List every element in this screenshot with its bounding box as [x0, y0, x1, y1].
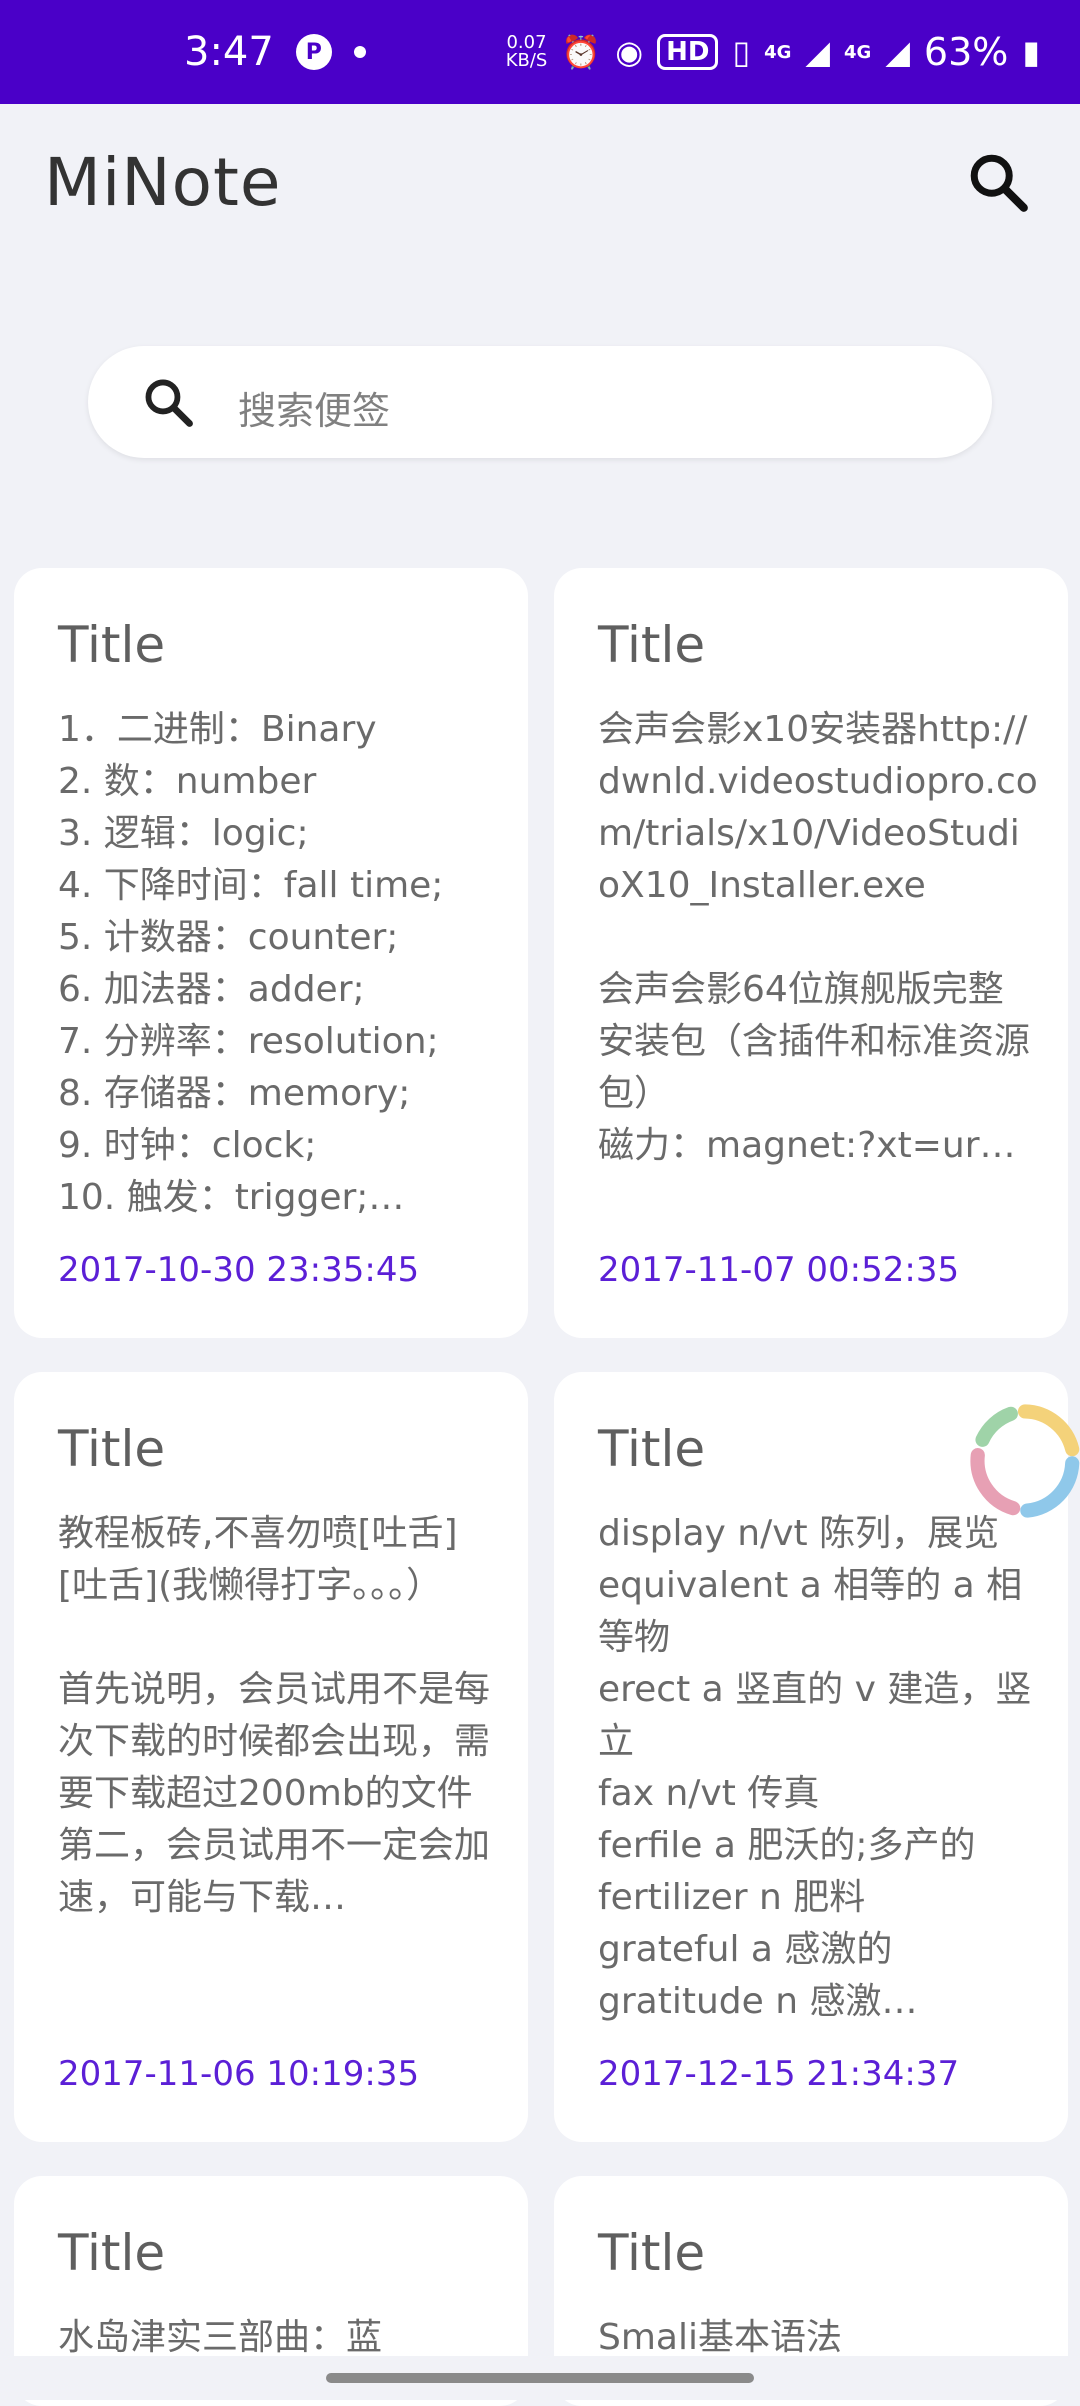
battery-icon: ▮	[1022, 33, 1040, 71]
note-title: Title	[58, 616, 166, 674]
hotspot-icon: ◉	[615, 33, 644, 71]
note-title: Title	[598, 616, 706, 674]
net-speed-unit: KB/S	[505, 50, 548, 71]
note-body: 教程板砖,不喜勿喷[吐舌][吐舌](我懒得打字。。。） 首先说明，会员试用不是每…	[58, 1513, 491, 1918]
signal-icon-2: ◢	[885, 33, 910, 71]
network-type-1: 4G	[764, 41, 792, 63]
note-title: Title	[598, 2224, 706, 2282]
status-time: 3:47	[184, 29, 274, 75]
note-card[interactable]: Title 教程板砖,不喜勿喷[吐舌][吐舌](我懒得打字。。。） 首先说明，会…	[14, 1372, 528, 2142]
note-body: 1．二进制：Binary 2. 数：number 3. 逻辑：logic; 4.…	[58, 709, 444, 1218]
notification-dot-icon	[353, 46, 366, 58]
search-placeholder: 搜索便签	[238, 389, 391, 433]
loading-spinner-icon	[970, 1404, 1080, 1518]
search-bar[interactable]: 搜索便签	[88, 346, 992, 458]
app-title: MiNote	[44, 144, 282, 221]
note-title: Title	[58, 2224, 166, 2282]
note-card[interactable]: Title 1．二进制：Binary 2. 数：number 3. 逻辑：log…	[14, 568, 528, 1338]
vibrate-icon: ▯	[732, 33, 751, 71]
app-header: MiNote	[0, 104, 1080, 264]
app-notification-icon: P	[295, 34, 332, 70]
search-icon	[145, 379, 193, 427]
home-indicator[interactable]	[326, 2373, 754, 2383]
battery-level: 63%	[923, 30, 1009, 74]
alarm-icon: ⏰	[561, 33, 602, 71]
note-card[interactable]: Title 会声会影x10安装器http://dwnld.videostudio…	[554, 568, 1068, 1338]
note-title: Title	[598, 1420, 706, 1478]
note-body: display n/vt 陈列，展览 equivalent a 相等的 a 相等…	[598, 1513, 1032, 2022]
signal-icon-1: ◢	[805, 33, 830, 71]
note-date: 2017-11-07 00:52:35	[598, 1250, 960, 1290]
note-body: 会声会影x10安装器http://dwnld.videostudiopro.co…	[598, 709, 1038, 1166]
status-bar: 3:47 P 0.07 KB/S ⏰ ◉ HD ▯ 4G ◢ 4G ◢ 63% …	[0, 0, 1080, 104]
search-icon[interactable]	[964, 148, 1034, 218]
note-date: 2017-10-30 23:35:45	[58, 1250, 420, 1290]
hd-voice-icon: HD	[657, 34, 719, 70]
note-title: Title	[58, 1420, 166, 1478]
note-date: 2017-11-06 10:19:35	[58, 2054, 420, 2094]
net-speed: 0.07 KB/S	[506, 34, 548, 70]
network-type-2: 4G	[844, 41, 872, 63]
note-date: 2017-12-15 21:34:37	[598, 2054, 960, 2094]
